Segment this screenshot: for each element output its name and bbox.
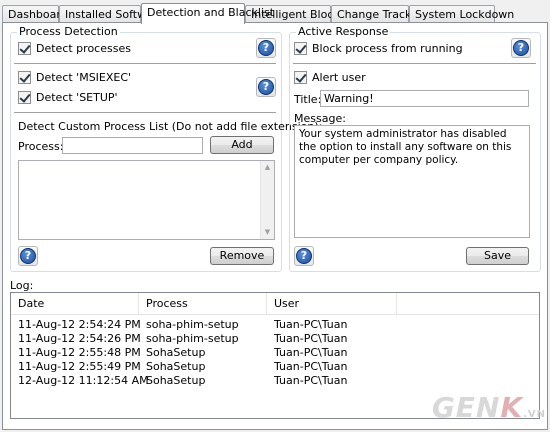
custom-list-label: Detect Custom Process List (Do not add f… xyxy=(18,120,323,133)
alert-user-checkbox[interactable]: Alert user xyxy=(294,71,366,84)
detect-msiexec-checkbox[interactable]: Detect 'MSIEXEC' xyxy=(18,71,131,84)
process-detection-title: Process Detection xyxy=(17,25,120,38)
column-header-date[interactable]: Date xyxy=(11,293,139,315)
block-process-checkbox[interactable]: Block process from running xyxy=(294,42,463,55)
tab-system-lockdown[interactable]: System Lockdown xyxy=(409,5,514,23)
list-scrollbar[interactable]: ▲ ▼ xyxy=(260,161,274,239)
tab-installed-software[interactable]: Installed Software xyxy=(59,5,164,23)
help-icon: ? xyxy=(258,40,274,56)
cell-process: SohaSetup xyxy=(146,360,206,373)
tab-detection-and-blacklist[interactable]: Detection and Blacklist xyxy=(141,3,274,24)
active-response-title: Active Response xyxy=(296,25,391,38)
divider xyxy=(293,63,536,64)
watermark-text-b: K xyxy=(500,391,524,424)
detect-processes-label: Detect processes xyxy=(36,42,131,55)
table-row[interactable]: 11-Aug-12 2:55:48 PM SohaSetup Tuan-PC\T… xyxy=(11,346,539,360)
watermark-text-c: .VN xyxy=(523,409,546,420)
help-icon: ? xyxy=(20,248,36,264)
table-row[interactable]: 12-Aug-12 11:12:54 AM SohaSetup Tuan-PC\… xyxy=(11,374,539,388)
tab-bar: Dashboard Installed Software Detection a… xyxy=(2,3,548,24)
help-button-custom[interactable]: ? xyxy=(18,246,38,266)
cell-process: SohaSetup xyxy=(146,346,206,359)
custom-process-list[interactable]: ▲ ▼ xyxy=(18,160,275,240)
message-label: Message: xyxy=(294,112,346,125)
table-row[interactable]: 11-Aug-12 2:54:24 PM soha-phim-setup Tua… xyxy=(11,318,539,332)
tab-dashboard[interactable]: Dashboard xyxy=(2,5,68,23)
cell-user: Tuan-PC\Tuan xyxy=(274,346,348,359)
block-process-label: Block process from running xyxy=(312,42,463,55)
check-icon xyxy=(294,42,307,55)
help-icon: ? xyxy=(513,40,529,56)
process-input[interactable] xyxy=(62,137,203,154)
alert-message-textarea[interactable]: Your system administrator has disabled t… xyxy=(294,125,530,238)
cell-user: Tuan-PC\Tuan xyxy=(274,360,348,373)
check-icon xyxy=(294,71,307,84)
cell-process: soha-phim-setup xyxy=(146,318,239,331)
help-icon: ? xyxy=(258,79,274,95)
watermark-text-a: GEN xyxy=(431,391,501,424)
cell-date: 12-Aug-12 11:12:54 AM xyxy=(18,374,149,387)
detect-setup-label: Detect 'SETUP' xyxy=(36,91,118,104)
table-row[interactable]: 11-Aug-12 2:54:26 PM soha-phim-setup Tua… xyxy=(11,332,539,346)
add-button[interactable]: Add xyxy=(210,136,274,154)
divider xyxy=(14,112,276,113)
alert-user-label: Alert user xyxy=(312,71,366,84)
cell-user: Tuan-PC\Tuan xyxy=(274,318,348,331)
help-button-response[interactable]: ? xyxy=(294,246,314,266)
save-button[interactable]: Save xyxy=(466,247,529,265)
scroll-down-icon[interactable]: ▼ xyxy=(261,226,274,239)
help-button-block[interactable]: ? xyxy=(511,38,531,58)
check-icon xyxy=(18,91,31,104)
table-row[interactable]: 11-Aug-12 2:55:49 PM SohaSetup Tuan-PC\T… xyxy=(11,360,539,374)
log-header: Date Process User xyxy=(11,293,539,315)
cell-date: 11-Aug-12 2:55:48 PM xyxy=(18,346,141,359)
column-header-process[interactable]: Process xyxy=(139,293,267,315)
remove-button[interactable]: Remove xyxy=(210,247,274,265)
cell-user: Tuan-PC\Tuan xyxy=(274,332,348,345)
cell-date: 11-Aug-12 2:55:49 PM xyxy=(18,360,141,373)
cell-process: soha-phim-setup xyxy=(146,332,239,345)
cell-date: 11-Aug-12 2:54:26 PM xyxy=(18,332,141,345)
detect-processes-checkbox[interactable]: Detect processes xyxy=(18,42,131,55)
help-button-msiexec[interactable]: ? xyxy=(256,77,276,97)
check-icon xyxy=(18,71,31,84)
check-icon xyxy=(18,42,31,55)
help-button-detect[interactable]: ? xyxy=(256,38,276,58)
detect-setup-checkbox[interactable]: Detect 'SETUP' xyxy=(18,91,118,104)
cell-process: SohaSetup xyxy=(146,374,206,387)
log-label: Log: xyxy=(10,279,34,292)
column-header-user[interactable]: User xyxy=(267,293,397,315)
detect-msiexec-label: Detect 'MSIEXEC' xyxy=(36,71,132,84)
process-label: Process: xyxy=(18,140,64,153)
alert-title-input[interactable]: Warning! xyxy=(320,90,529,107)
cell-user: Tuan-PC\Tuan xyxy=(274,374,348,387)
genk-watermark-logo: GENK.VN xyxy=(432,391,546,424)
scroll-up-icon[interactable]: ▲ xyxy=(261,161,274,174)
tab-change-tracking[interactable]: Change Tracking xyxy=(331,5,428,23)
divider xyxy=(14,63,276,64)
cell-date: 11-Aug-12 2:54:24 PM xyxy=(18,318,141,331)
title-label: Title: xyxy=(294,93,322,106)
help-icon: ? xyxy=(296,248,312,264)
